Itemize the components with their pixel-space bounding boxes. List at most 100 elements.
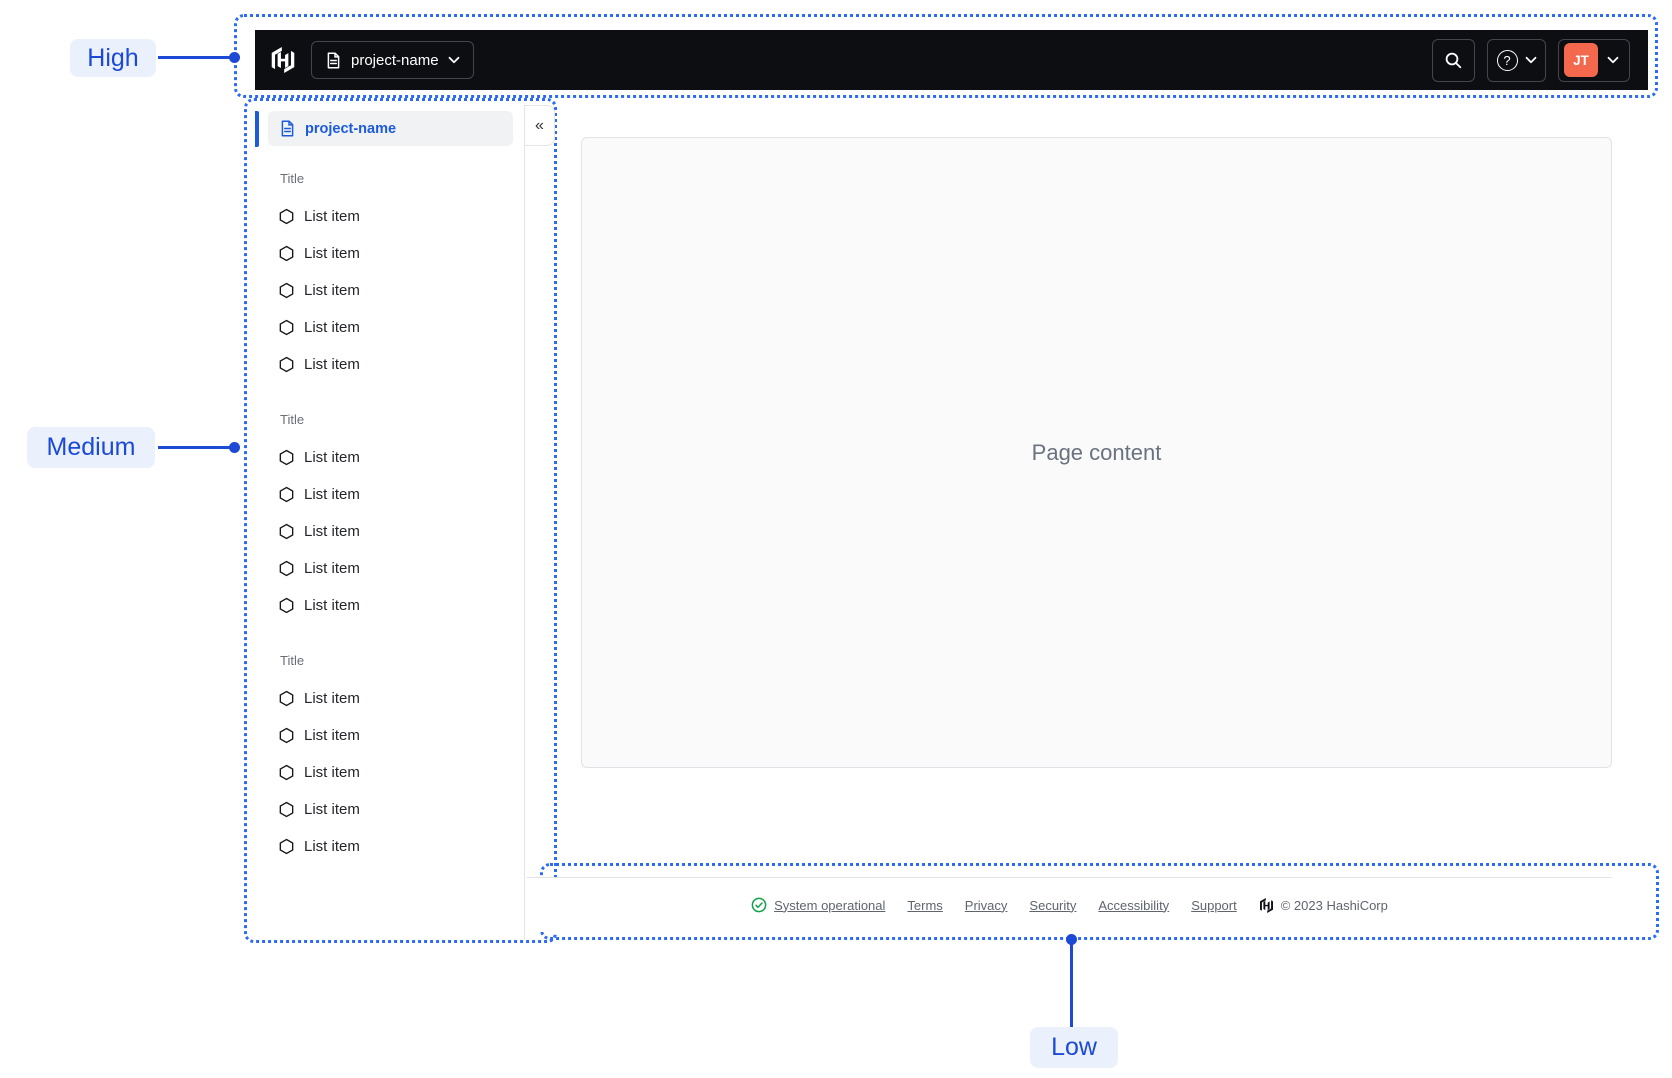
avatar: JT <box>1564 43 1598 77</box>
hexagon-icon <box>278 727 295 744</box>
chevron-down-icon <box>448 56 460 64</box>
page-content-area: Page content <box>581 137 1612 768</box>
top-nav-bar: project-name ? JT <box>255 30 1648 90</box>
search-button[interactable] <box>1432 38 1475 82</box>
hexagon-icon <box>278 801 295 818</box>
footer-copyright-group: © 2023 HashiCorp <box>1259 897 1388 913</box>
annotation-connector-medium <box>158 446 232 449</box>
hexagon-icon <box>278 208 295 225</box>
sidebar-item-project-name[interactable]: project-name <box>268 111 513 146</box>
annotation-dot-medium <box>229 442 240 453</box>
project-selector-dropdown[interactable]: project-name <box>311 41 474 79</box>
side-nav: project-name Title List item List item L… <box>255 105 525 940</box>
sidebar-item-label: List item <box>304 449 360 466</box>
system-status-label: System operational <box>774 897 886 913</box>
sidebar-section-items: List item List item List item List item <box>255 198 524 383</box>
hexagon-icon <box>278 356 295 373</box>
sidebar-item[interactable]: List item <box>255 439 524 476</box>
chevron-down-icon <box>1607 56 1619 64</box>
hexagon-icon <box>278 764 295 781</box>
sidebar-section-items: List item List item List item List item <box>255 680 524 865</box>
hexagon-icon <box>278 597 295 614</box>
sidebar-item[interactable]: List item <box>255 680 524 717</box>
sidebar-item[interactable]: List item <box>255 309 524 346</box>
copyright-text: © 2023 HashiCorp <box>1280 897 1388 913</box>
footer-link[interactable]: Support <box>1191 898 1237 913</box>
help-menu-dropdown[interactable]: ? <box>1487 38 1546 82</box>
sidebar-item[interactable]: List item <box>255 476 524 513</box>
hexagon-icon <box>278 449 295 466</box>
sidebar-item[interactable]: List item <box>255 198 524 235</box>
screenshot-canvas: project-name ? JT project-name Title Lis… <box>0 0 1672 1078</box>
sidebar-collapse-flap: « <box>525 105 555 146</box>
annotation-connector-low <box>1070 944 1073 1027</box>
sidebar-item-label: List item <box>304 356 360 373</box>
file-text-icon <box>279 120 296 137</box>
collapse-sidebar-button[interactable]: « <box>535 117 544 134</box>
sidebar-section-items: List item List item List item List item <box>255 439 524 624</box>
annotation-dot-low <box>1066 934 1077 945</box>
chevron-down-icon <box>1525 56 1537 64</box>
user-menu-dropdown[interactable]: JT <box>1558 38 1630 82</box>
sidebar-item-label: List item <box>304 245 360 262</box>
sidebar-item-label: List item <box>304 282 360 299</box>
sidebar-item-label: List item <box>304 319 360 336</box>
sidebar-item-label: List item <box>304 208 360 225</box>
sidebar-section: Title List item List item List item List… <box>255 411 524 624</box>
sidebar-item-label: List item <box>304 764 360 781</box>
priority-label-low: Low <box>1030 1027 1118 1068</box>
sidebar-section-title: Title <box>280 412 305 427</box>
active-item-indicator <box>255 111 259 147</box>
file-text-icon <box>325 52 342 69</box>
sidebar-item[interactable]: List item <box>255 346 524 383</box>
priority-label-medium: Medium <box>27 427 155 468</box>
sidebar-item-label: List item <box>304 560 360 577</box>
footer-link[interactable]: Security <box>1029 898 1076 913</box>
project-selector-label: project-name <box>351 51 439 69</box>
page-content-placeholder: Page content <box>1031 439 1162 465</box>
footer-link[interactable]: Privacy <box>965 898 1008 913</box>
sidebar-section: Title List item List item List item List… <box>255 652 524 865</box>
sidebar-sections: Title List item List item List item List… <box>255 170 524 865</box>
sidebar-active-item-label: project-name <box>305 120 397 137</box>
sidebar-item[interactable]: List item <box>255 717 524 754</box>
sidebar-item[interactable]: List item <box>255 828 524 865</box>
hexagon-icon <box>278 523 295 540</box>
sidebar-item[interactable]: List item <box>255 513 524 550</box>
search-icon <box>1444 51 1463 70</box>
sidebar-item[interactable]: List item <box>255 791 524 828</box>
sidebar-item-label: List item <box>304 727 360 744</box>
sidebar-item-label: List item <box>304 523 360 540</box>
hexagon-icon <box>278 838 295 855</box>
sidebar-item[interactable]: List item <box>255 754 524 791</box>
help-icon: ? <box>1496 49 1518 71</box>
hexagon-icon <box>278 319 295 336</box>
hexagon-icon <box>278 245 295 262</box>
hashicorp-logo-icon <box>270 47 296 73</box>
sidebar-item-label: List item <box>304 597 360 614</box>
sidebar-item-label: List item <box>304 486 360 503</box>
sidebar-item[interactable]: List item <box>255 550 524 587</box>
hashicorp-logo-icon <box>1259 897 1274 913</box>
hexagon-icon <box>278 560 295 577</box>
hexagon-icon <box>278 282 295 299</box>
sidebar-item[interactable]: List item <box>255 235 524 272</box>
sidebar-item-label: List item <box>304 801 360 818</box>
sidebar-item[interactable]: List item <box>255 587 524 624</box>
sidebar-item-label: List item <box>304 838 360 855</box>
footer-link[interactable]: Accessibility <box>1098 898 1169 913</box>
check-circle-icon <box>751 897 767 913</box>
system-status-link[interactable]: System operational <box>751 897 885 913</box>
sidebar-item-label: List item <box>304 690 360 707</box>
footer-link[interactable]: Terms <box>907 898 942 913</box>
priority-label-high: High <box>70 39 156 77</box>
hexagon-icon <box>278 690 295 707</box>
sidebar-section: Title List item List item List item List… <box>255 170 524 383</box>
sidebar-section-title: Title <box>280 171 305 186</box>
nav-right-group: ? JT <box>1432 38 1630 82</box>
sidebar-section-title: Title <box>280 653 305 668</box>
sidebar-item[interactable]: List item <box>255 272 524 309</box>
hexagon-icon <box>278 486 295 503</box>
annotation-dot-high <box>229 52 240 63</box>
app-footer: System operational Terms Privacy Securit… <box>527 877 1612 932</box>
